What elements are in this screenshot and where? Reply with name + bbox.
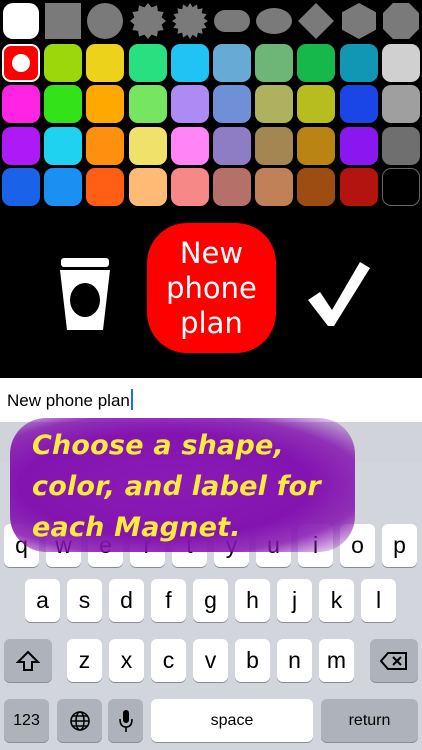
shape-color-palette bbox=[0, 0, 422, 212]
globe-icon bbox=[69, 710, 90, 731]
color-option[interactable] bbox=[128, 85, 167, 123]
magnet-label: New phone plan bbox=[166, 235, 257, 340]
key-x[interactable]: x bbox=[109, 639, 144, 682]
trash-icon bbox=[60, 258, 110, 330]
color-option[interactable] bbox=[255, 168, 294, 206]
key-h[interactable]: h bbox=[235, 579, 270, 622]
confirm-button[interactable] bbox=[306, 260, 372, 328]
delete-icon bbox=[380, 651, 407, 670]
label-input[interactable]: New phone plan bbox=[7, 389, 133, 411]
color-option[interactable] bbox=[381, 85, 420, 123]
color-option[interactable] bbox=[297, 168, 336, 206]
color-option[interactable] bbox=[44, 126, 83, 165]
color-option[interactable] bbox=[381, 126, 420, 165]
color-option[interactable] bbox=[86, 168, 125, 206]
color-option[interactable] bbox=[339, 85, 378, 123]
key-s[interactable]: s bbox=[67, 579, 102, 622]
color-option[interactable] bbox=[44, 168, 83, 206]
color-option[interactable] bbox=[2, 43, 40, 82]
color-option[interactable] bbox=[297, 43, 336, 82]
color-option[interactable] bbox=[86, 126, 125, 165]
shape-option-octagon[interactable] bbox=[381, 1, 421, 41]
key-g[interactable]: g bbox=[193, 579, 228, 622]
color-option[interactable] bbox=[213, 168, 251, 206]
shape-option-square[interactable] bbox=[43, 1, 83, 41]
key-v[interactable]: v bbox=[193, 639, 228, 682]
shape-option-circle[interactable] bbox=[85, 1, 125, 41]
color-option[interactable] bbox=[255, 126, 294, 165]
color-option[interactable] bbox=[170, 85, 209, 123]
color-option[interactable] bbox=[128, 43, 167, 82]
delete-magnet-button[interactable] bbox=[57, 258, 113, 332]
color-option[interactable] bbox=[213, 85, 251, 123]
shift-icon bbox=[16, 650, 40, 671]
color-option[interactable] bbox=[44, 85, 83, 123]
color-option[interactable] bbox=[128, 126, 167, 165]
shape-option-rounded-square[interactable] bbox=[1, 1, 41, 41]
tip-banner-text: Choose a shape, color, and label for eac… bbox=[32, 425, 352, 548]
tip-line-3: each Magnet. bbox=[32, 512, 241, 543]
shape-option-hexagon[interactable] bbox=[339, 1, 379, 41]
return-key[interactable]: return bbox=[321, 699, 418, 742]
color-option[interactable] bbox=[255, 43, 294, 82]
color-option[interactable] bbox=[339, 168, 378, 206]
tip-line-2: color, and label for bbox=[32, 471, 321, 502]
checkmark-icon bbox=[308, 262, 370, 326]
color-option[interactable] bbox=[339, 126, 378, 165]
shape-option-starburst-16[interactable] bbox=[170, 1, 210, 41]
tip-line-1: Choose a shape, bbox=[32, 430, 284, 461]
key-b[interactable]: b bbox=[235, 639, 270, 682]
color-option[interactable] bbox=[86, 43, 125, 82]
color-option[interactable] bbox=[2, 126, 40, 165]
key-f[interactable]: f bbox=[151, 579, 186, 622]
shape-option-ellipse[interactable] bbox=[254, 1, 294, 41]
color-option[interactable] bbox=[44, 43, 83, 82]
globe-key[interactable] bbox=[57, 699, 102, 742]
key-j[interactable]: j bbox=[277, 579, 312, 622]
color-option[interactable] bbox=[2, 85, 40, 123]
space-key[interactable]: space bbox=[151, 699, 313, 742]
key-z[interactable]: z bbox=[67, 639, 102, 682]
color-option[interactable] bbox=[297, 85, 336, 123]
color-option[interactable] bbox=[170, 168, 209, 206]
key-n[interactable]: n bbox=[277, 639, 312, 682]
color-option[interactable] bbox=[170, 43, 209, 82]
delete-key[interactable] bbox=[370, 639, 418, 682]
shape-option-diamond[interactable] bbox=[296, 1, 336, 41]
shape-option-starburst-12[interactable] bbox=[128, 1, 168, 41]
color-option[interactable] bbox=[86, 85, 125, 123]
microphone-key[interactable] bbox=[108, 699, 143, 742]
color-option[interactable] bbox=[170, 126, 209, 165]
key-l[interactable]: l bbox=[361, 579, 396, 622]
shift-key[interactable] bbox=[4, 639, 52, 682]
magnet-preview[interactable]: New phone plan bbox=[147, 223, 276, 353]
key-m[interactable]: m bbox=[319, 639, 354, 682]
shape-option-pill[interactable] bbox=[212, 1, 252, 41]
color-option[interactable] bbox=[255, 85, 294, 123]
key-d[interactable]: d bbox=[109, 579, 144, 622]
key-c[interactable]: c bbox=[151, 639, 186, 682]
color-option[interactable] bbox=[297, 126, 336, 165]
key-p[interactable]: p bbox=[382, 524, 417, 567]
color-option[interactable] bbox=[213, 43, 251, 82]
microphone-icon bbox=[118, 709, 133, 732]
color-option[interactable] bbox=[213, 126, 251, 165]
color-option[interactable] bbox=[2, 168, 40, 206]
color-option[interactable] bbox=[381, 43, 420, 82]
numbers-key[interactable]: 123 bbox=[4, 699, 49, 742]
label-text-field[interactable]: New phone plan bbox=[0, 378, 422, 422]
color-option-none[interactable] bbox=[381, 168, 420, 206]
key-a[interactable]: a bbox=[25, 579, 60, 622]
selected-indicator bbox=[12, 53, 30, 72]
color-option[interactable] bbox=[128, 168, 167, 206]
color-option[interactable] bbox=[339, 43, 378, 82]
key-k[interactable]: k bbox=[319, 579, 354, 622]
text-caret bbox=[130, 389, 133, 410]
